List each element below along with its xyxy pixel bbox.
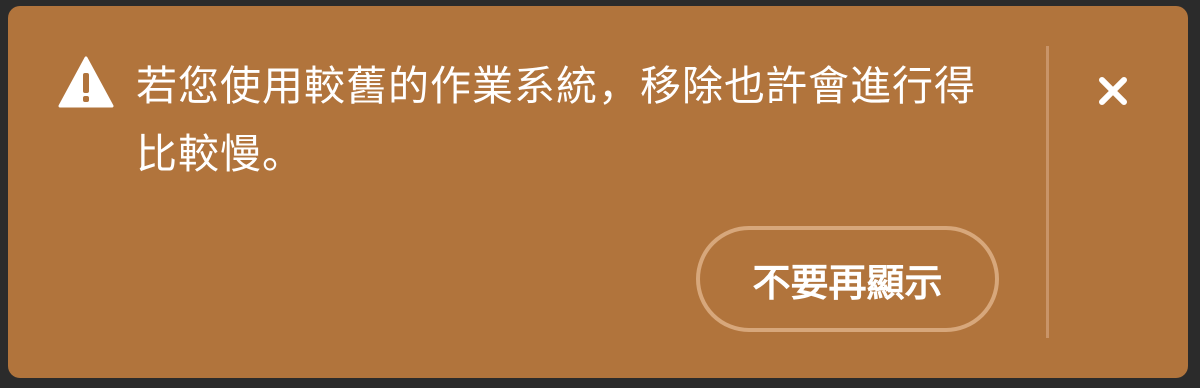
- dont-show-again-button[interactable]: 不要再顯示: [696, 226, 999, 332]
- warning-banner: 若您使用較舊的作業系統，移除也許會進行得比較慢。 不要再顯示: [8, 6, 1188, 378]
- vertical-divider: [1046, 46, 1049, 338]
- warning-triangle-icon: [58, 56, 114, 108]
- banner-message: 若您使用較舊的作業系統，移除也許會進行得比較慢。: [136, 62, 976, 178]
- close-icon[interactable]: [1090, 68, 1136, 114]
